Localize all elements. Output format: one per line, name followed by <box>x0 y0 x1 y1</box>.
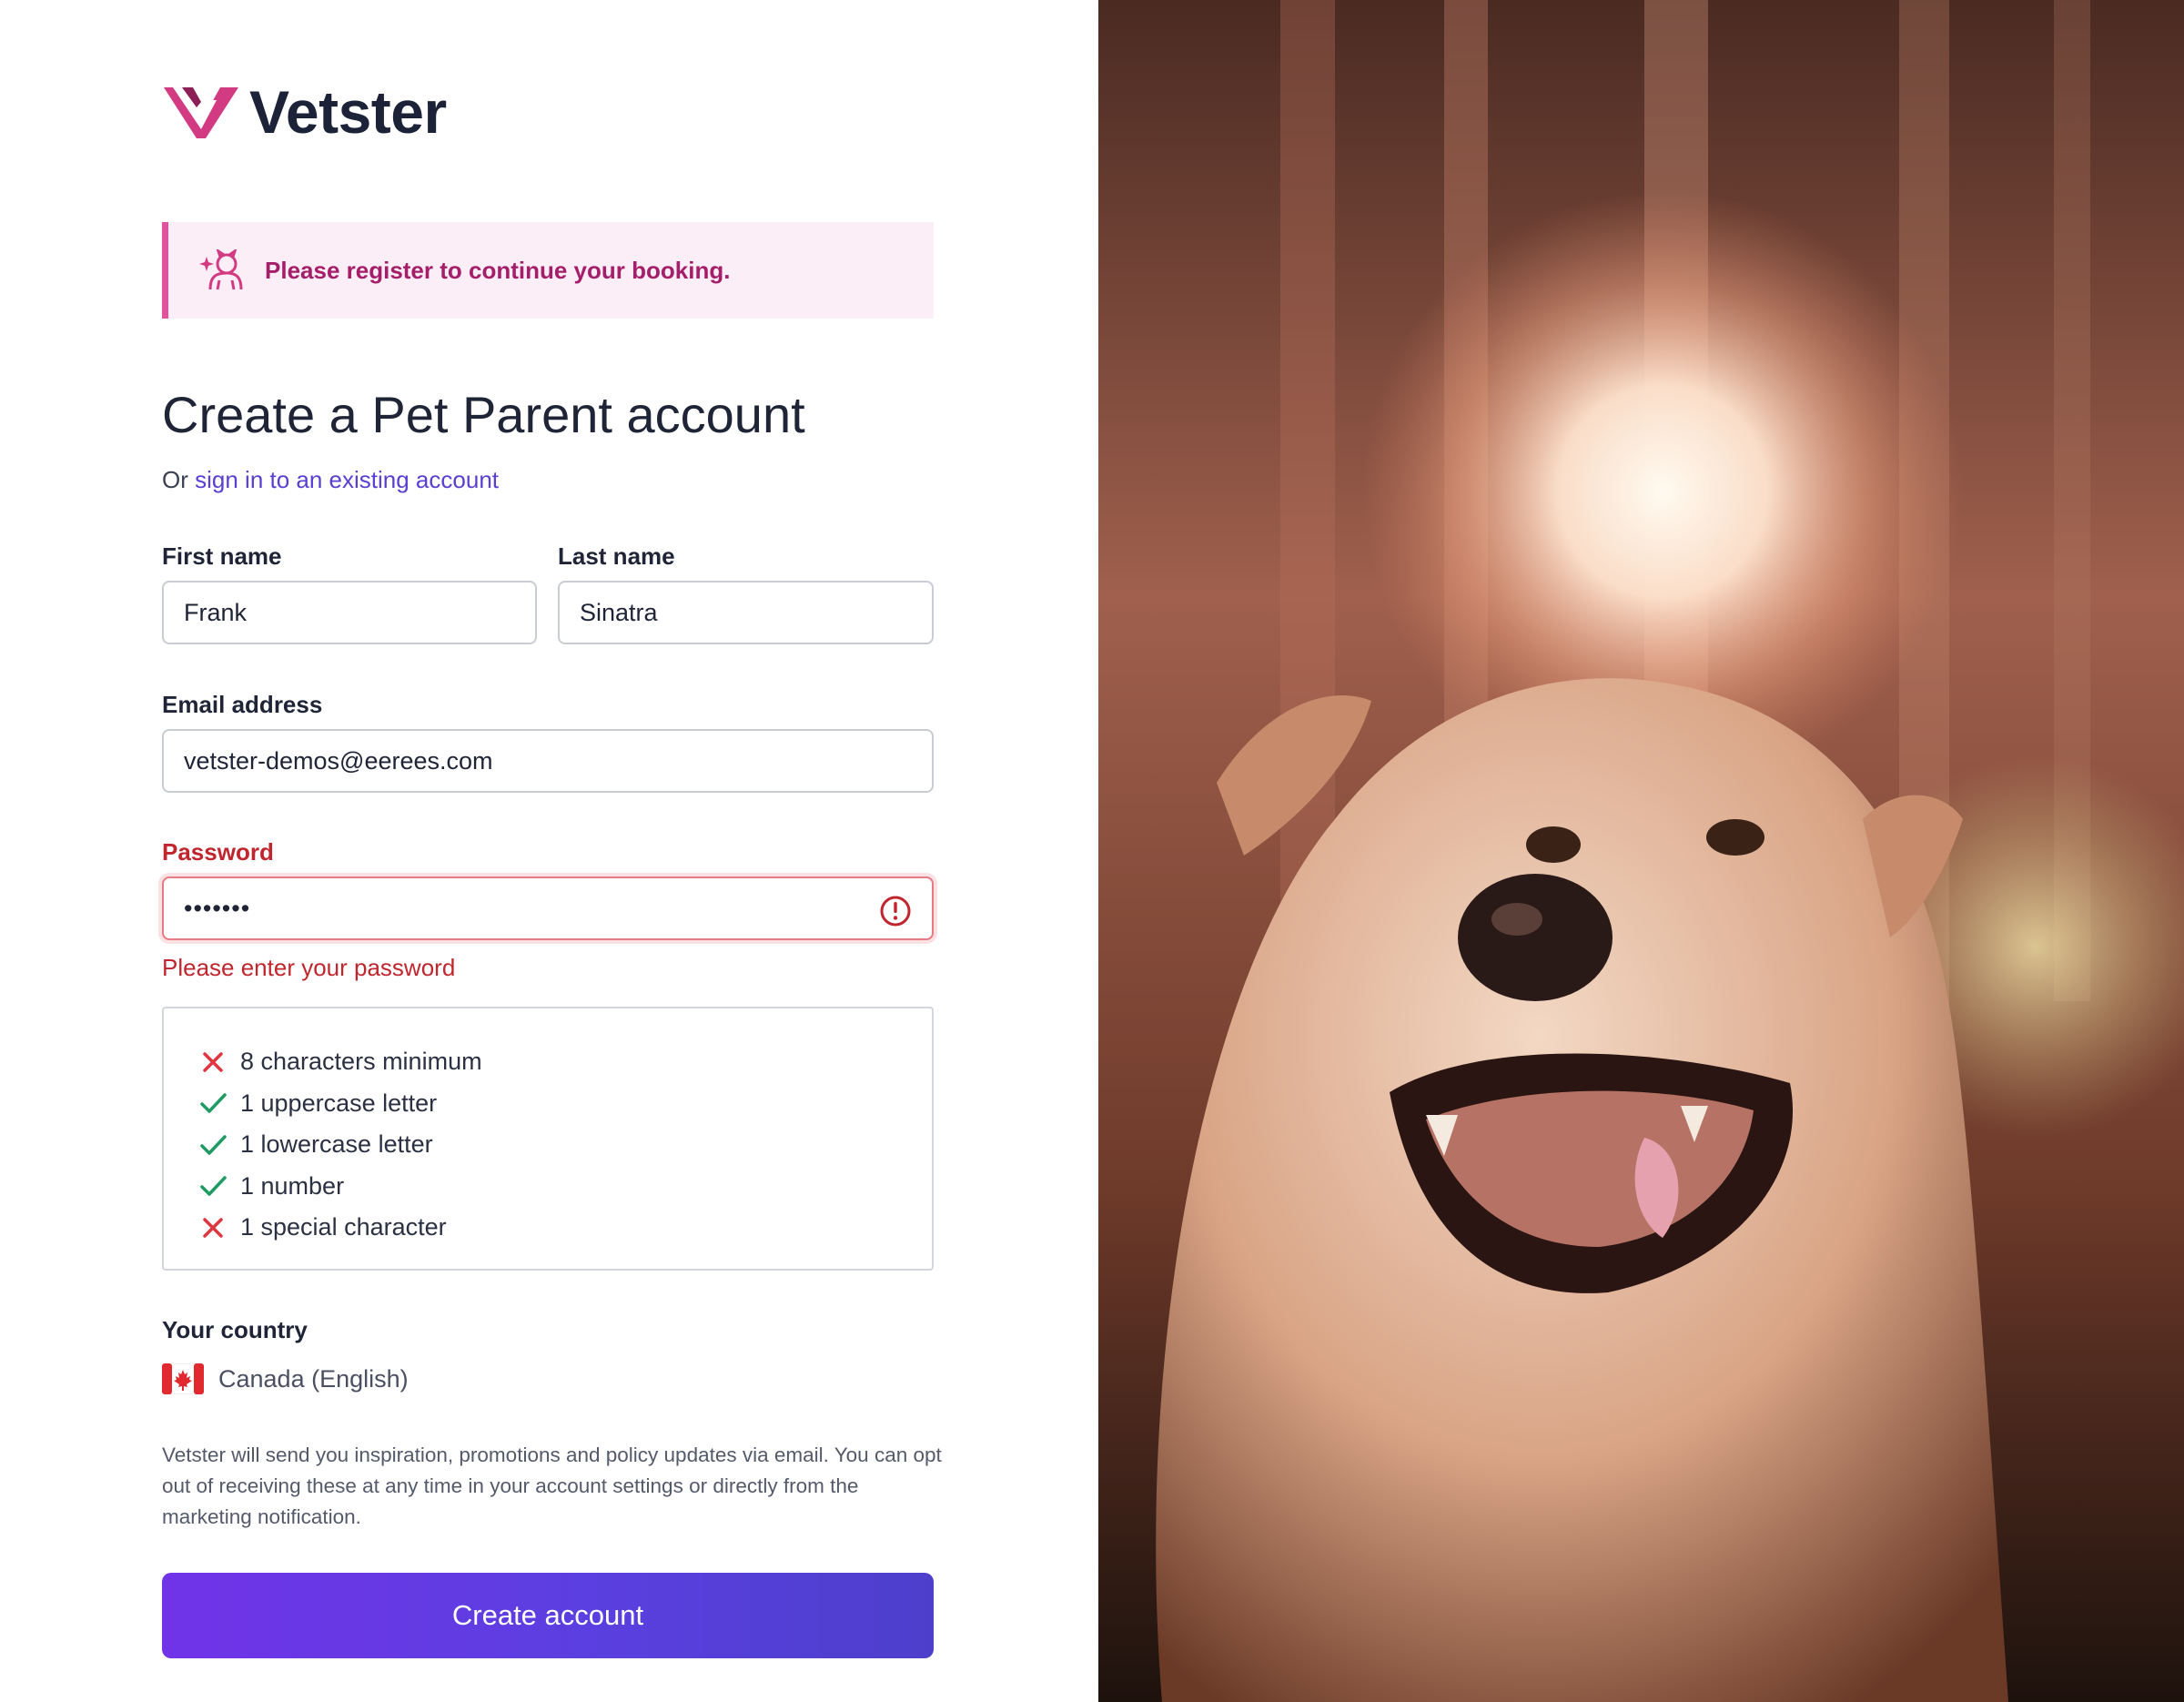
password-rule-text: 1 special character <box>240 1213 447 1241</box>
password-rule: 1 special character <box>197 1207 932 1249</box>
password-rule-text: 1 lowercase letter <box>240 1130 433 1159</box>
email-field[interactable] <box>162 729 934 793</box>
signin-link[interactable]: sign in to an existing account <box>195 466 499 493</box>
password-rule: 1 lowercase letter <box>197 1124 932 1166</box>
password-rule-text: 1 number <box>240 1171 345 1200</box>
password-rule-text: 1 uppercase letter <box>240 1089 438 1117</box>
registration-panel: Vetster Please register to continue your… <box>0 0 1098 1702</box>
marketing-disclaimer: Vetster will send you inspiration, promo… <box>162 1444 942 1528</box>
country-value: Canada (English) <box>218 1364 409 1393</box>
golden-retriever-photo <box>1098 0 2184 1702</box>
password-label: Password <box>162 838 274 866</box>
signin-line: Or sign in to an existing account <box>162 466 499 494</box>
country-label: Your country <box>162 1316 308 1343</box>
password-rule-text: 8 characters minimum <box>240 1048 482 1076</box>
password-rule: 1 number <box>197 1166 932 1208</box>
password-error-message: Please enter your password <box>162 954 456 981</box>
registration-alert: Please register to continue your booking… <box>162 222 934 319</box>
x-mark-icon <box>197 1211 229 1244</box>
signin-prefix: Or <box>162 466 188 493</box>
email-label: Email address <box>162 691 323 718</box>
last-name-input[interactable] <box>558 581 934 644</box>
page-title: Create a Pet Parent account <box>162 386 805 443</box>
create-account-button[interactable]: Create account <box>162 1573 934 1658</box>
first-name-input[interactable] <box>162 581 537 644</box>
brand-logo[interactable]: Vetster <box>160 80 447 144</box>
password-rule: 1 uppercase letter <box>197 1083 932 1125</box>
brand-name: Vetster <box>249 78 447 146</box>
check-mark-icon <box>197 1087 229 1119</box>
vetster-v-logo-icon <box>164 87 238 138</box>
country-selector[interactable]: Canada (English) <box>162 1363 409 1394</box>
error-alert-icon <box>878 894 913 928</box>
check-mark-icon <box>197 1170 229 1202</box>
password-field[interactable] <box>162 876 934 940</box>
x-mark-icon <box>197 1046 229 1079</box>
password-requirements: 8 characters minimum 1 uppercase letter … <box>162 1007 934 1271</box>
first-name-label: First name <box>162 542 282 570</box>
last-name-label: Last name <box>558 542 675 570</box>
check-mark-icon <box>197 1129 229 1161</box>
password-rule: 8 characters minimum <box>197 1041 932 1083</box>
canada-flag-icon <box>162 1363 204 1394</box>
pet-icon <box>199 249 245 291</box>
alert-text: Please register to continue your booking… <box>265 256 731 284</box>
